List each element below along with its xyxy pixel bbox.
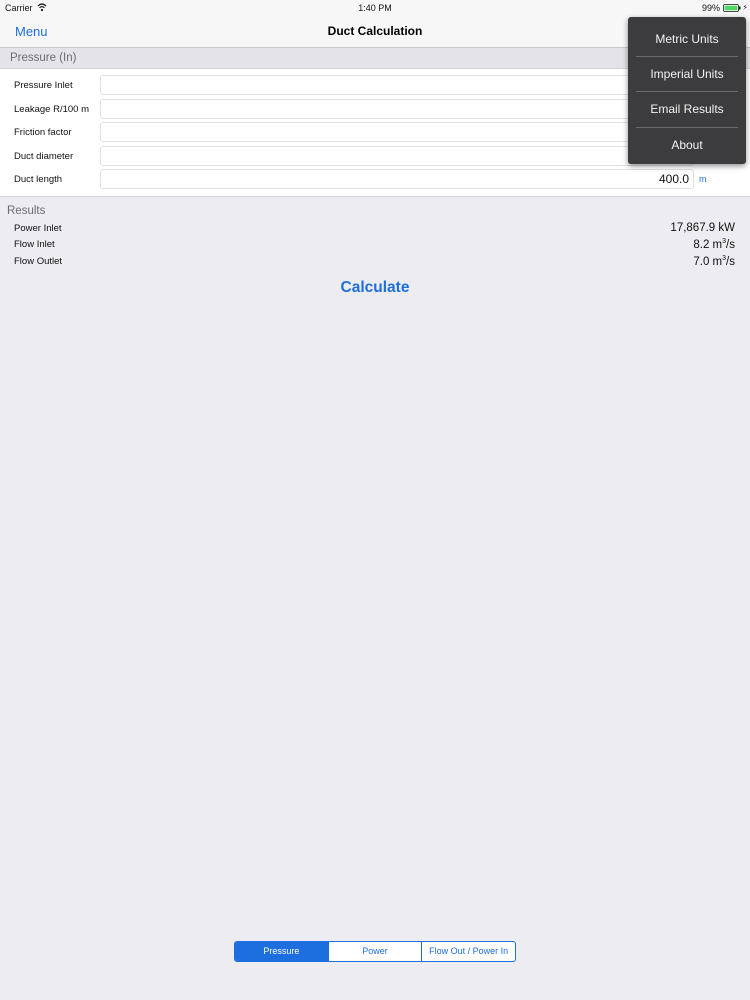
menu-item-about[interactable]: About	[628, 128, 746, 162]
duct-diameter-field[interactable]	[100, 146, 694, 166]
power-inlet-label: Power Inlet	[14, 223, 62, 234]
status-bar: Carrier 1:40 PM 99% ⚡	[0, 0, 750, 16]
results-title: Results	[7, 205, 46, 217]
result-row-power-inlet: Power Inlet 17,867.9 kW	[0, 222, 750, 236]
duct-length-field[interactable]	[100, 169, 694, 189]
power-inlet-value-text: 17,867.9 kW	[670, 222, 735, 234]
result-row-flow-outlet: Flow Outlet 7.0 m3/s	[0, 255, 750, 269]
result-row-flow-inlet: Flow Inlet 8.2 m3/s	[0, 238, 750, 252]
flow-outlet-value: 7.0 m3/s	[693, 255, 735, 268]
flow-inlet-value: 8.2 m3/s	[693, 238, 735, 251]
leakage-field[interactable]	[100, 99, 694, 119]
calculate-button[interactable]: Calculate	[0, 279, 750, 297]
status-time: 1:40 PM	[358, 3, 392, 13]
battery-percent: 99%	[701, 3, 720, 13]
flow-inlet-unit-tail: /s	[726, 238, 735, 251]
menu-item-imperial-units[interactable]: Imperial Units	[628, 57, 746, 91]
duct-diameter-label: Duct diameter	[14, 151, 74, 162]
flow-inlet-value-text: 8.2 m	[693, 238, 723, 251]
leakage-label: Leakage R/100 m	[14, 104, 89, 115]
flow-outlet-unit-tail: /s	[726, 255, 735, 268]
mode-segmented-control: Pressure Power Flow Out / Power In	[234, 941, 516, 962]
friction-factor-label: Friction factor	[14, 127, 72, 138]
options-dropdown-menu: Metric Units Imperial Units Email Result…	[628, 17, 746, 164]
duct-length-label: Duct length	[14, 174, 63, 185]
duct-length-unit: m	[699, 174, 707, 184]
pressure-inlet-label: Pressure Inlet	[14, 80, 73, 91]
battery-icon	[723, 4, 741, 12]
power-inlet-value: 17,867.9 kW	[670, 222, 735, 234]
menu-item-email-results[interactable]: Email Results	[628, 92, 746, 126]
friction-factor-field[interactable]	[100, 122, 694, 142]
flow-outlet-label: Flow Outlet	[14, 256, 63, 267]
pressure-inlet-field[interactable]	[100, 75, 694, 95]
flow-outlet-value-text: 7.0 m	[693, 255, 723, 268]
flow-inlet-label: Flow Inlet	[14, 239, 55, 250]
menu-item-metric-units[interactable]: Metric Units	[628, 22, 746, 56]
charge-icon: ⚡	[742, 3, 748, 12]
segment-pressure[interactable]: Pressure	[235, 942, 328, 961]
section-title: Pressure (In)	[10, 52, 77, 64]
form-row-duct-length: Duct length m	[0, 169, 750, 191]
segment-power[interactable]: Power	[327, 942, 422, 961]
segment-flow-out-power-in[interactable]: Flow Out / Power In	[421, 942, 515, 961]
